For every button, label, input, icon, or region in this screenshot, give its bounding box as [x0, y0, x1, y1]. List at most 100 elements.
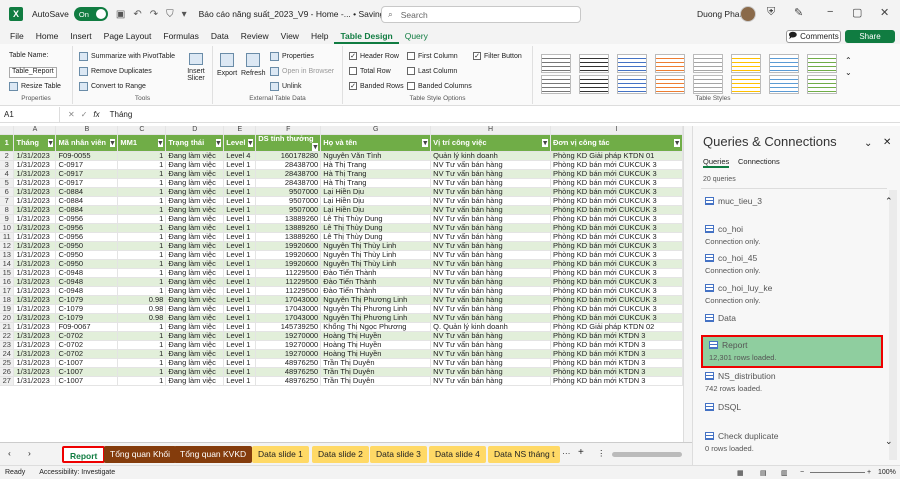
cell[interactable]: Phòng KD bán mới CUKCUK 3: [550, 169, 683, 179]
cell[interactable]: 19270000: [255, 340, 322, 350]
cell[interactable]: Đang làm việc: [165, 268, 225, 278]
cell[interactable]: 0.98: [117, 304, 167, 314]
style-swatch[interactable]: [655, 75, 685, 94]
column-title[interactable]: Tháng ▾: [13, 134, 57, 152]
summarize-pivot-button[interactable]: Summarize with PivotTable: [79, 52, 175, 61]
cell[interactable]: 1/31/2023: [13, 250, 57, 260]
row-number[interactable]: 20: [0, 313, 15, 323]
cell[interactable]: Phòng KD bán mới CUKCUK 3: [550, 214, 683, 224]
row-number[interactable]: 21: [0, 322, 15, 332]
cell[interactable]: Lê Thị Thùy Dung: [320, 223, 432, 233]
banded-rows-checkbox[interactable]: ✓ Banded Rows: [349, 82, 404, 90]
cell[interactable]: 1: [117, 286, 167, 296]
fx-icon[interactable]: fx: [93, 110, 99, 119]
undo-icon[interactable]: ↶: [133, 9, 141, 20]
minimize-icon[interactable]: −: [827, 6, 833, 18]
first-column-checkbox[interactable]: First Column: [407, 52, 458, 60]
cell[interactable]: 1/31/2023: [13, 259, 57, 269]
cell[interactable]: Đào Tiến Thành: [320, 286, 432, 296]
cell[interactable]: Hoàng Thị Huyền: [320, 331, 432, 341]
cell[interactable]: 13889260: [255, 232, 322, 242]
cell[interactable]: Level 1: [223, 304, 257, 314]
cell[interactable]: 1/31/2023: [13, 331, 57, 341]
row-number[interactable]: 3: [0, 160, 15, 170]
cell[interactable]: Đào Tiến Thành: [320, 268, 432, 278]
cell[interactable]: 11229500: [255, 286, 322, 296]
style-swatch[interactable]: [693, 75, 723, 94]
cell[interactable]: 1/31/2023: [13, 169, 57, 179]
row-number[interactable]: 24: [0, 349, 15, 359]
cell[interactable]: Level 1: [223, 286, 257, 296]
sheet-tab[interactable]: Data slide 2: [312, 446, 369, 463]
cell[interactable]: C-1079: [55, 313, 119, 323]
cell[interactable]: Nguyễn Thị Phương Linh: [320, 295, 432, 305]
row-number[interactable]: 13: [0, 250, 15, 260]
cell[interactable]: NV Tư vấn bán hàng: [430, 304, 551, 314]
cell[interactable]: Lê Thị Thùy Dung: [320, 232, 432, 242]
page-break-icon[interactable]: ▥: [781, 469, 788, 477]
cell[interactable]: Đang làm việc: [165, 277, 225, 287]
user-name[interactable]: Duong Phan: [697, 9, 744, 19]
cell[interactable]: Đang làm việc: [165, 151, 225, 161]
filter-dropdown-icon[interactable]: ▾: [47, 139, 54, 147]
cell[interactable]: Nguyễn Thị Thùy Linh: [320, 259, 432, 269]
cell[interactable]: NV Tư vấn bán hàng: [430, 205, 551, 215]
vertical-scrollbar[interactable]: [683, 126, 692, 442]
column-title[interactable]: DS tính thưởng ▾: [255, 134, 322, 152]
tab-insert[interactable]: Insert: [64, 28, 97, 44]
column-header-F[interactable]: F: [255, 126, 322, 135]
insert-slicer-button[interactable]: Insert Slicer: [183, 53, 209, 82]
cell[interactable]: Đang làm việc: [165, 205, 225, 215]
row-number[interactable]: 2: [0, 151, 15, 161]
cell[interactable]: Q. Quản lý kinh doanh: [430, 322, 551, 332]
cell[interactable]: NV Tư vấn bán hàng: [430, 295, 551, 305]
column-header-I[interactable]: I: [550, 126, 683, 135]
cell[interactable]: 17043000: [255, 313, 322, 323]
cell[interactable]: C-0702: [55, 340, 119, 350]
tab-formulas[interactable]: Formulas: [157, 28, 204, 44]
cell[interactable]: Level 1: [223, 277, 257, 287]
cell[interactable]: Phòng KD bán mới CUKCUK 3: [550, 241, 683, 251]
cell[interactable]: Phòng KD bán mới CUKCUK 3: [550, 268, 683, 278]
cell[interactable]: Level 1: [223, 214, 257, 224]
cell[interactable]: NV Tư vấn bán hàng: [430, 358, 551, 368]
row-number[interactable]: 11: [0, 232, 15, 242]
style-swatch[interactable]: [769, 54, 799, 73]
cell[interactable]: NV Tư vấn bán hàng: [430, 223, 551, 233]
style-swatch[interactable]: [807, 75, 837, 94]
tab-review[interactable]: Review: [235, 28, 275, 44]
cell[interactable]: Nguyễn Văn Tình: [320, 151, 432, 161]
query-item[interactable]: Data: [705, 313, 875, 323]
cell[interactable]: 19270000: [255, 349, 322, 359]
cell[interactable]: Phòng KD bán mới CUKCUK 3: [550, 160, 683, 170]
redo-icon[interactable]: ↷: [150, 9, 158, 20]
cell[interactable]: 1: [117, 169, 167, 179]
cell[interactable]: Nguyễn Thị Thùy Linh: [320, 241, 432, 251]
cell[interactable]: C-1007: [55, 376, 119, 386]
cell[interactable]: Phòng KD bán mới CUKCUK 3: [550, 277, 683, 287]
cell[interactable]: Phòng KD bán mới CUKCUK 3: [550, 259, 683, 269]
prev-sheet-icon[interactable]: ‹: [8, 448, 11, 458]
cell[interactable]: NV Tư vấn bán hàng: [430, 286, 551, 296]
cell[interactable]: 28438700: [255, 160, 322, 170]
cell[interactable]: 1: [117, 151, 167, 161]
sheet-tab[interactable]: Tổng quan Khối: [104, 446, 177, 463]
header-row-checkbox[interactable]: ✓ Header Row: [349, 52, 399, 60]
premium-icon[interactable]: ⛨: [767, 6, 775, 19]
cell[interactable]: 1/31/2023: [13, 286, 57, 296]
pen-icon[interactable]: ✎: [794, 6, 803, 19]
style-swatch[interactable]: [693, 54, 723, 73]
filter-button-checkbox[interactable]: ✓ Filter Button: [473, 52, 522, 60]
cell[interactable]: 1/31/2023: [13, 178, 57, 188]
document-title[interactable]: Báo cáo năng suất_2023_V9 - Home -... • …: [199, 9, 401, 20]
cell[interactable]: 1: [117, 241, 167, 251]
row-number[interactable]: 22: [0, 331, 15, 341]
cell[interactable]: 17043000: [255, 304, 322, 314]
cell[interactable]: Level 1: [223, 187, 257, 197]
cell[interactable]: 1/31/2023: [13, 232, 57, 242]
cell[interactable]: C-0948: [55, 286, 119, 296]
cell[interactable]: 1/31/2023: [13, 322, 57, 332]
cell[interactable]: Đang làm việc: [165, 295, 225, 305]
options-icon[interactable]: ⋮: [597, 448, 606, 459]
cell[interactable]: 1/31/2023: [13, 367, 57, 377]
